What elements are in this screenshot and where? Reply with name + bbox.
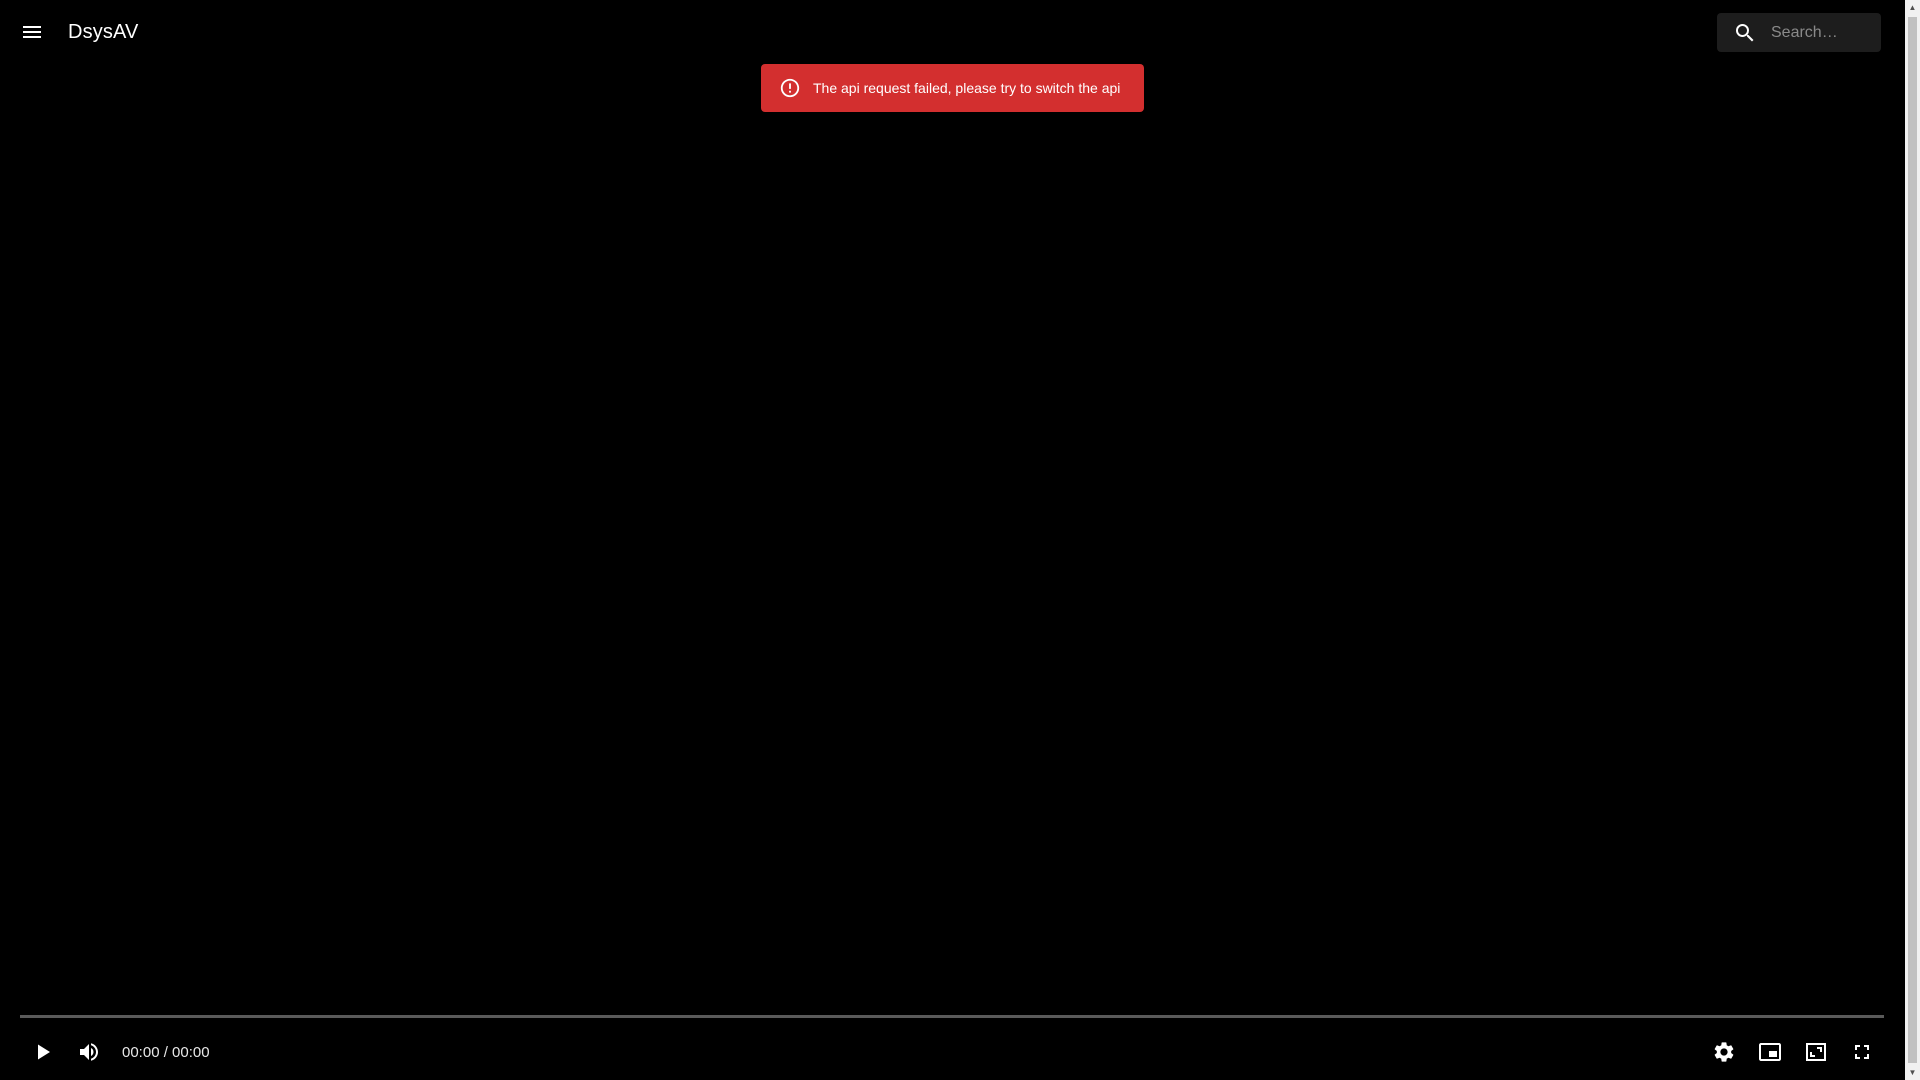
fullscreen-icon — [1855, 1045, 1869, 1059]
menu-icon — [23, 26, 41, 38]
search-icon — [1736, 24, 1754, 42]
player-controls: 00:00 / 00:00 — [0, 1032, 1905, 1072]
search-input[interactable] — [1763, 13, 1881, 52]
volume-icon — [80, 1043, 98, 1061]
menu-button[interactable] — [16, 16, 48, 48]
fullscreen-button[interactable] — [1848, 1038, 1876, 1066]
web-fullscreen-button[interactable] — [1802, 1038, 1830, 1066]
error-alert: The api request failed, please try to sw… — [761, 64, 1144, 112]
settings-icon — [1714, 1042, 1734, 1062]
app-title: DsysAV — [68, 21, 139, 43]
vertical-scrollbar[interactable]: ▲ ▼ — [1905, 0, 1920, 1080]
play-button[interactable] — [29, 1038, 57, 1066]
settings-button[interactable] — [1710, 1038, 1738, 1066]
app-bar: DsysAV — [0, 0, 1905, 64]
volume-button[interactable] — [75, 1038, 103, 1066]
scroll-thumb[interactable] — [1908, 17, 1917, 1063]
picture-in-picture-button[interactable] — [1756, 1038, 1784, 1066]
play-icon — [38, 1044, 50, 1060]
web-fullscreen-icon — [1806, 1043, 1826, 1061]
search-box[interactable] — [1717, 13, 1881, 52]
page: DsysAV The api request failed, please tr… — [0, 0, 1920, 1080]
scroll-down-arrow-icon[interactable]: ▼ — [1905, 1065, 1920, 1080]
picture-in-picture-icon — [1759, 1043, 1781, 1061]
time-display: 00:00 / 00:00 — [122, 1044, 210, 1061]
alert-message: The api request failed, please try to sw… — [813, 80, 1121, 96]
video-player-area[interactable] — [0, 64, 1905, 1014]
progress-bar[interactable] — [20, 1015, 1884, 1018]
error-outline-icon — [780, 78, 800, 98]
scroll-up-arrow-icon[interactable]: ▲ — [1905, 0, 1920, 15]
